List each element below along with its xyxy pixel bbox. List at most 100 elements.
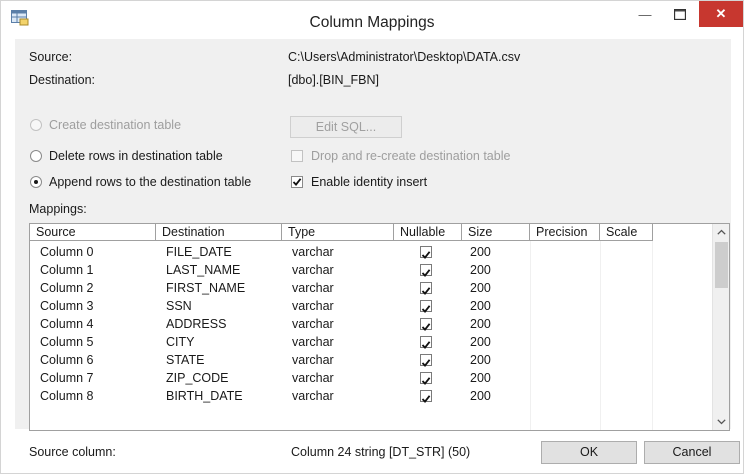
size-cell[interactable]: 200 [470, 297, 491, 315]
destination-cell[interactable]: CITY [166, 333, 194, 351]
nullable-checkbox[interactable] [420, 390, 432, 403]
column-header-size[interactable]: Size [462, 224, 530, 241]
scroll-down-button[interactable] [713, 414, 729, 430]
cancel-button[interactable]: Cancel [644, 441, 740, 464]
close-icon: ✕ [715, 6, 727, 21]
ok-button[interactable]: OK [541, 441, 637, 464]
drop-recreate-label: Drop and re-create destination table [311, 149, 511, 163]
identity-insert-label: Enable identity insert [311, 175, 428, 189]
destination-cell[interactable]: ADDRESS [166, 315, 226, 333]
minimize-icon: — [638, 6, 652, 22]
size-cell[interactable]: 200 [470, 315, 491, 333]
table-row[interactable]: Column 3 SSN varchar 200 [30, 297, 713, 315]
type-cell[interactable]: varchar [292, 387, 334, 405]
source-cell: Column 7 [40, 371, 94, 385]
append-rows-radio[interactable] [30, 176, 42, 188]
destination-cell[interactable]: SSN [166, 297, 192, 315]
title-bar[interactable]: Column Mappings — ✕ [1, 1, 743, 39]
size-cell[interactable]: 200 [470, 243, 491, 261]
nullable-checkbox[interactable] [420, 354, 432, 367]
destination-cell[interactable]: LAST_NAME [166, 261, 240, 279]
table-row[interactable]: Column 1 LAST_NAME varchar 200 [30, 261, 713, 279]
destination-cell[interactable]: FILE_DATE [166, 243, 232, 261]
type-cell[interactable]: varchar [292, 279, 334, 297]
destination-cell[interactable]: FIRST_NAME [166, 279, 245, 297]
checkmark-icon [292, 178, 302, 186]
checkmark-icon [421, 377, 431, 385]
checkmark-icon [421, 341, 431, 349]
nullable-checkbox[interactable] [420, 336, 432, 349]
size-cell[interactable]: 200 [470, 279, 491, 297]
type-cell[interactable]: varchar [292, 333, 334, 351]
size-cell[interactable]: 200 [470, 387, 491, 405]
column-header-nullable[interactable]: Nullable [394, 224, 462, 241]
source-cell: Column 1 [40, 263, 94, 277]
checkmark-icon [421, 359, 431, 367]
close-button[interactable]: ✕ [699, 1, 743, 27]
destination-cell[interactable]: BIRTH_DATE [166, 387, 243, 405]
source-cell: Column 6 [40, 353, 94, 367]
checkmark-icon [421, 305, 431, 313]
type-cell[interactable]: varchar [292, 261, 334, 279]
table-row[interactable]: Column 4 ADDRESS varchar 200 [30, 315, 713, 333]
column-header-scale[interactable]: Scale [600, 224, 653, 241]
source-cell: Column 0 [40, 245, 94, 259]
nullable-checkbox[interactable] [420, 246, 432, 259]
type-cell[interactable]: varchar [292, 315, 334, 333]
checkmark-icon [421, 269, 431, 277]
size-cell[interactable]: 200 [470, 369, 491, 387]
size-cell[interactable]: 200 [470, 351, 491, 369]
size-cell[interactable]: 200 [470, 261, 491, 279]
table-row[interactable]: Column 6 STATE varchar 200 [30, 351, 713, 369]
dialog-body: Source: C:\Users\Administrator\Desktop\D… [15, 39, 731, 459]
nullable-checkbox[interactable] [420, 264, 432, 277]
checkmark-icon [421, 323, 431, 331]
drop-recreate-checkbox[interactable] [291, 150, 303, 162]
grid-header: Source Destination Type Nullable Size Pr… [30, 224, 713, 241]
scroll-thumb[interactable] [715, 242, 728, 288]
column-header-source[interactable]: Source [30, 224, 156, 241]
nullable-checkbox[interactable] [420, 372, 432, 385]
delete-rows-radio[interactable] [30, 150, 42, 162]
type-cell[interactable]: varchar [292, 351, 334, 369]
nullable-checkbox[interactable] [420, 282, 432, 295]
source-label: Source: [29, 50, 73, 64]
table-row[interactable]: Column 7 ZIP_CODE varchar 200 [30, 369, 713, 387]
scroll-up-button[interactable] [713, 224, 729, 240]
mappings-grid[interactable]: Source Destination Type Nullable Size Pr… [29, 223, 730, 431]
size-cell[interactable]: 200 [470, 333, 491, 351]
grid-scrollbar[interactable] [712, 224, 729, 430]
table-row[interactable]: Column 2 FIRST_NAME varchar 200 [30, 279, 713, 297]
column-header-destination[interactable]: Destination [156, 224, 282, 241]
destination-label: Destination: [29, 73, 96, 87]
edit-sql-button[interactable]: Edit SQL... [290, 116, 402, 138]
checkmark-icon [421, 395, 431, 403]
table-row[interactable]: Column 5 CITY varchar 200 [30, 333, 713, 351]
type-cell[interactable]: varchar [292, 243, 334, 261]
delete-rows-label: Delete rows in destination table [49, 149, 223, 163]
append-rows-label: Append rows to the destination table [49, 175, 252, 189]
table-row[interactable]: Column 8 BIRTH_DATE varchar 200 [30, 387, 713, 405]
create-table-radio[interactable] [30, 119, 42, 131]
source-cell: Column 4 [40, 317, 94, 331]
destination-cell[interactable]: ZIP_CODE [166, 369, 229, 387]
source-cell: Column 2 [40, 281, 94, 295]
nullable-checkbox[interactable] [420, 300, 432, 313]
create-table-label: Create destination table [49, 118, 182, 132]
type-cell[interactable]: varchar [292, 297, 334, 315]
nullable-checkbox[interactable] [420, 318, 432, 331]
identity-insert-checkbox[interactable] [291, 176, 303, 188]
column-mappings-dialog: Column Mappings — ✕ Source: C:\Users\Adm… [0, 0, 744, 474]
maximize-button[interactable] [663, 1, 697, 27]
source-column-label: Source column: [29, 445, 116, 459]
destination-table: [dbo].[BIN_FBN] [288, 73, 380, 87]
table-row[interactable]: Column 0 FILE_DATE varchar 200 [30, 243, 713, 261]
source-path: C:\Users\Administrator\Desktop\DATA.csv [288, 50, 521, 64]
type-cell[interactable]: varchar [292, 369, 334, 387]
mappings-label: Mappings: [29, 202, 87, 216]
column-header-precision[interactable]: Precision [530, 224, 600, 241]
destination-cell[interactable]: STATE [166, 351, 204, 369]
column-header-type[interactable]: Type [282, 224, 394, 241]
minimize-button[interactable]: — [629, 1, 661, 27]
checkmark-icon [421, 287, 431, 295]
